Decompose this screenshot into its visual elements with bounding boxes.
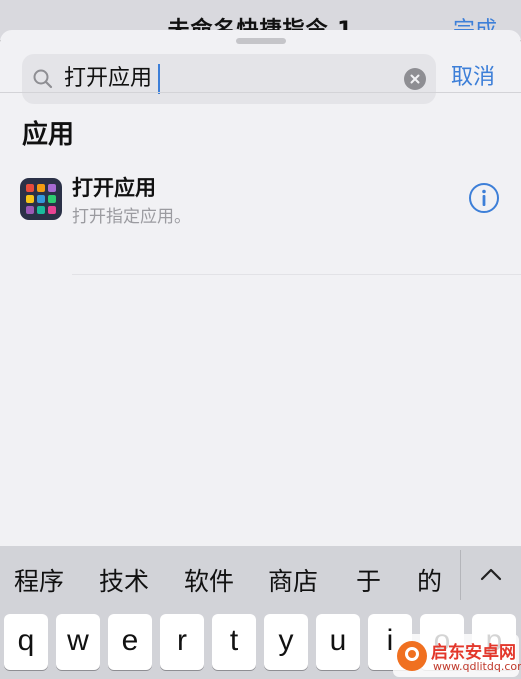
candidate-item[interactable]: 软件 [184,562,234,598]
watermark-logo-icon [397,641,427,671]
key-u[interactable]: u [316,614,360,670]
candidate-separator [460,550,461,600]
candidate-item[interactable]: 商店 [268,562,318,598]
cancel-button[interactable]: 取消 [451,64,495,92]
candidate-item[interactable]: 程序 [14,562,64,598]
search-field[interactable]: 打开应用 [22,54,436,104]
info-icon[interactable] [468,182,500,214]
candidate-item[interactable]: 技术 [99,562,149,598]
search-icon [32,68,54,90]
action-title: 打开应用 [72,176,156,200]
action-row-open-app[interactable]: 打开应用 打开指定应用。 [0,166,521,244]
text-cursor [158,64,160,94]
clear-search-icon[interactable] [404,68,426,90]
candidate-item[interactable]: 的 [417,562,442,598]
candidate-item[interactable]: 于 [356,562,381,598]
key-r[interactable]: r [160,614,204,670]
key-y[interactable]: y [264,614,308,670]
chevron-up-icon[interactable] [478,562,504,588]
sheet-grabber[interactable] [236,38,286,44]
section-title: 应用 [22,120,75,150]
watermark-url: www.qdlitdq.com [433,660,521,673]
key-w[interactable]: w [56,614,100,670]
candidate-bar: 程序 技术 软件 商店 于 的 [0,546,521,608]
search-divider [0,92,521,93]
key-t[interactable]: t [212,614,256,670]
watermark: 启东安卓网 www.qdlitdq.com [393,634,521,677]
action-subtitle: 打开指定应用。 [72,207,191,227]
row-divider [72,274,521,275]
search-input[interactable]: 打开应用 [64,65,152,93]
key-q[interactable]: q [4,614,48,670]
apps-grid-icon [20,178,62,220]
action-search-sheet: 打开应用 取消 [0,30,521,546]
key-e[interactable]: e [108,614,152,670]
